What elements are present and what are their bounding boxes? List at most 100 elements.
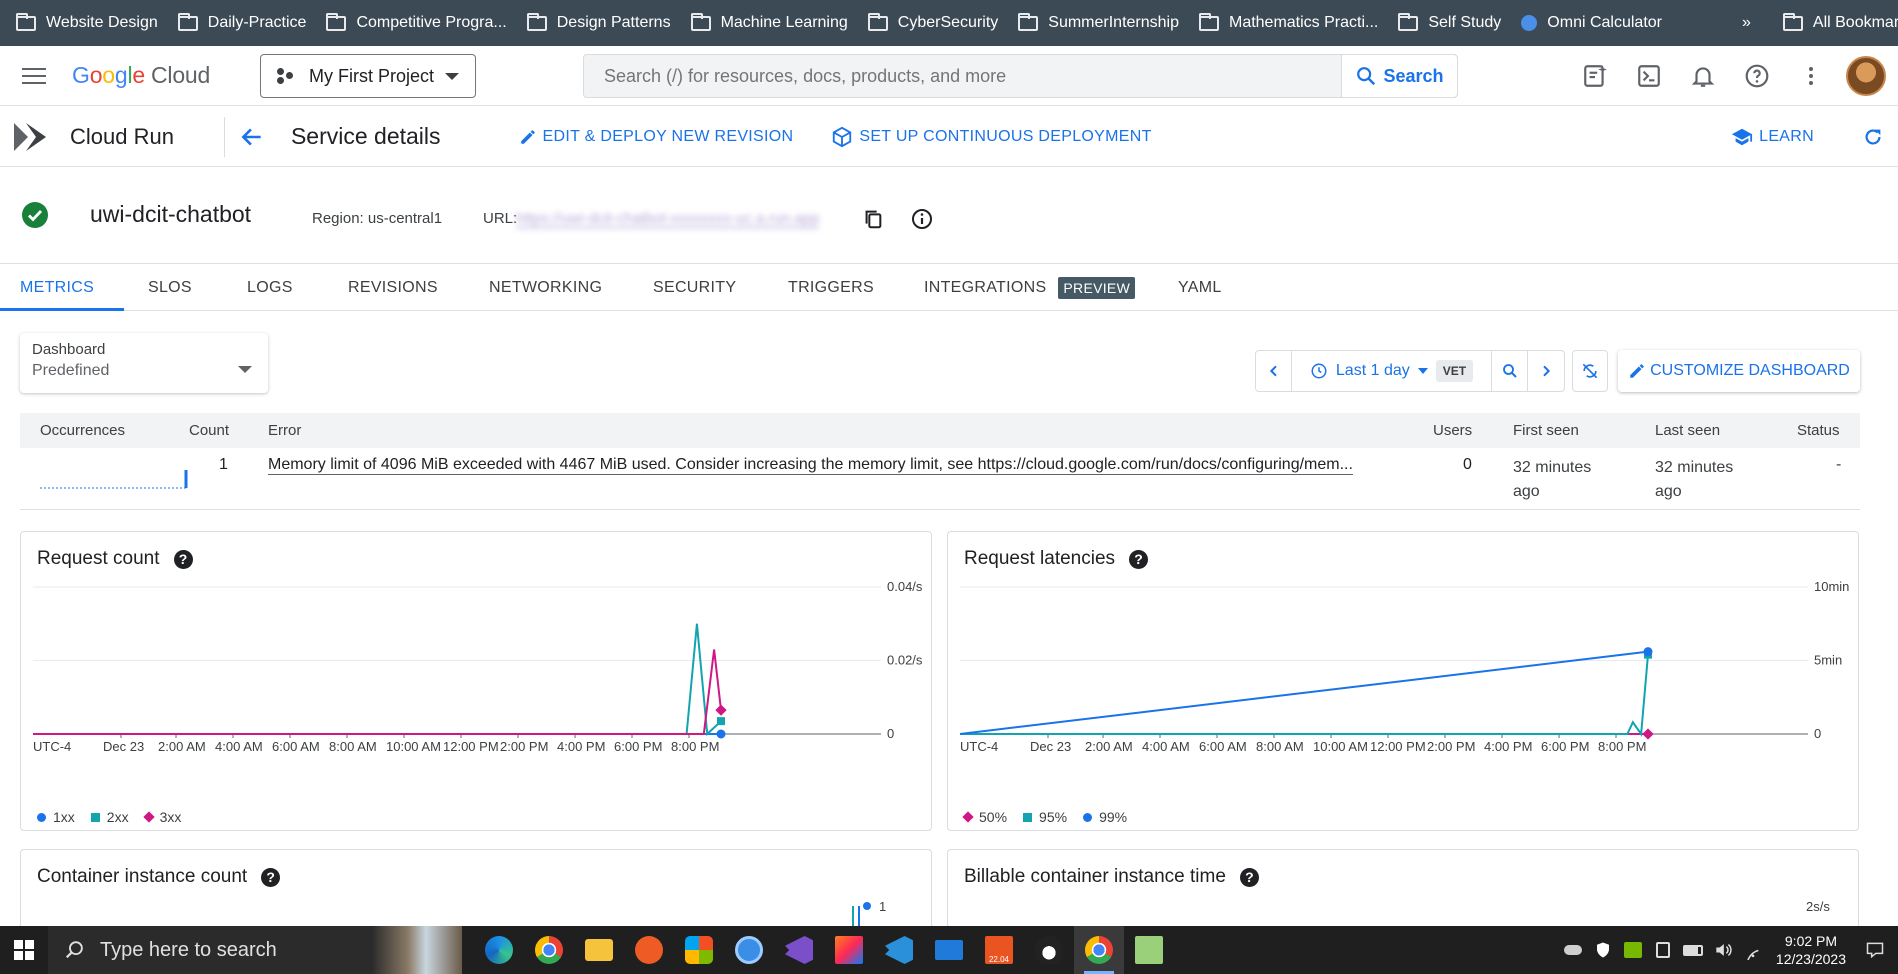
tab-revisions[interactable]: REVISIONS <box>348 265 438 311</box>
service-url-link[interactable]: https://uwi-dcit-chatbot-xxxxxxxx-uc.a.r… <box>516 210 820 228</box>
data-point-99pct[interactable] <box>1643 647 1653 657</box>
info-icon[interactable] <box>910 207 934 231</box>
bookmark-summer-internship[interactable]: SummerInternship <box>1008 6 1189 40</box>
tab-security[interactable]: SECURITY <box>653 265 736 311</box>
postman-icon[interactable] <box>624 926 674 974</box>
file-explorer-icon[interactable] <box>574 926 624 974</box>
tab-networking[interactable]: NETWORKING <box>489 265 602 311</box>
notepad-icon[interactable] <box>1124 926 1174 974</box>
tab-slos[interactable]: SLOS <box>148 265 192 311</box>
all-bookmarks-button[interactable]: All Bookmarks <box>1773 6 1898 40</box>
tab-yaml[interactable]: YAML <box>1178 265 1222 311</box>
copy-icon[interactable] <box>862 208 884 230</box>
zoom-button[interactable] <box>1492 351 1528 391</box>
project-selector[interactable]: My First Project <box>260 54 476 98</box>
auto-refresh-off-button[interactable] <box>1572 350 1608 392</box>
data-point-1xx[interactable] <box>716 729 726 739</box>
time-range-select[interactable]: Last 1 day VET <box>1292 351 1492 391</box>
tab-integrations[interactable]: INTEGRATIONS PREVIEW <box>924 265 1136 311</box>
bookmark-machine-learning[interactable]: Machine Learning <box>681 6 858 40</box>
more-vert-icon[interactable] <box>1797 62 1825 90</box>
edge-icon[interactable] <box>474 926 524 974</box>
visual-studio-icon[interactable] <box>774 926 824 974</box>
chrome-active-icon[interactable] <box>1074 926 1124 974</box>
device-icon[interactable] <box>1648 926 1678 974</box>
mail-icon[interactable] <box>924 926 974 974</box>
bookmark-omni-calculator[interactable]: Omni Calculator <box>1511 6 1672 40</box>
bookmarks-overflow-button[interactable]: » <box>1732 6 1761 40</box>
column-header-occurrences[interactable]: Occurrences <box>40 422 125 439</box>
back-arrow-icon[interactable] <box>239 124 265 150</box>
series-line-2xx <box>33 623 722 737</box>
bookmark-competitive-programming[interactable]: Competitive Progra... <box>316 6 516 40</box>
customize-dashboard-button[interactable]: CUSTOMIZE DASHBOARD <box>1618 350 1860 392</box>
time-next-button[interactable] <box>1528 351 1564 391</box>
tab-metrics[interactable]: METRICS <box>0 265 125 311</box>
onedrive-icon[interactable] <box>1558 926 1588 974</box>
help-icon[interactable]: ? <box>1129 549 1149 569</box>
intellij-icon[interactable] <box>824 926 874 974</box>
error-message-link[interactable]: Memory limit of 4096 MiB exceeded with 4… <box>268 456 1353 475</box>
data-point-2xx[interactable] <box>717 717 725 726</box>
y-tick-label: 0.02/s <box>887 653 923 668</box>
bookmark-self-study[interactable]: Self Study <box>1388 6 1511 40</box>
table-header: Occurrences Count Error Users First seen… <box>20 413 1860 448</box>
folder-icon <box>1018 12 1039 31</box>
defender-shield-icon[interactable] <box>1588 926 1618 974</box>
nvidia-icon[interactable] <box>1618 926 1648 974</box>
menu-icon[interactable] <box>22 63 46 89</box>
bookmark-website-design[interactable]: Website Design <box>6 6 168 40</box>
legend-item-99[interactable]: 99% <box>1083 809 1127 825</box>
bookmark-cybersecurity[interactable]: CyberSecurity <box>858 6 1008 40</box>
taskbar-search[interactable]: Type here to search <box>48 926 462 974</box>
legend-item-2xx[interactable]: 2xx <box>90 809 129 825</box>
help-icon[interactable]: ? <box>173 549 193 569</box>
data-point-3xx[interactable] <box>715 704 727 716</box>
google-cloud-logo[interactable]: Google Cloud <box>72 62 210 89</box>
battery-icon[interactable] <box>1678 926 1708 974</box>
column-header-users[interactable]: Users <box>1433 422 1472 439</box>
column-header-first-seen[interactable]: First seen <box>1513 422 1579 439</box>
column-header-error[interactable]: Error <box>268 422 301 439</box>
continuous-deployment-button[interactable]: SET UP CONTINUOUS DEPLOYMENT <box>831 126 1151 148</box>
tab-logs[interactable]: LOGS <box>247 265 293 311</box>
taskbar-clock[interactable]: 9:02 PM 12/23/2023 <box>1776 932 1846 968</box>
cloud-shell-icon[interactable] <box>1635 62 1663 90</box>
vscode-icon[interactable] <box>874 926 924 974</box>
chrome-icon[interactable] <box>524 926 574 974</box>
linux-penguin-icon[interactable] <box>1024 926 1074 974</box>
app-installer-icon[interactable] <box>724 926 774 974</box>
bookmark-design-patterns[interactable]: Design Patterns <box>517 6 681 40</box>
volume-icon[interactable] <box>1708 926 1738 974</box>
column-header-status[interactable]: Status <box>1797 422 1840 439</box>
tab-triggers[interactable]: TRIGGERS <box>788 265 874 311</box>
help-icon[interactable] <box>1743 62 1771 90</box>
legend-item-50[interactable]: 50% <box>962 809 1007 825</box>
avatar[interactable] <box>1846 56 1886 96</box>
legend-item-3xx[interactable]: 3xx <box>142 809 181 825</box>
legend-item-95[interactable]: 95% <box>1023 809 1067 825</box>
dashboard-select[interactable]: Dashboard Predefined <box>20 333 268 393</box>
wifi-icon[interactable] <box>1738 926 1768 974</box>
table-row[interactable]: 1 Memory limit of 4096 MiB exceeded with… <box>20 448 1860 510</box>
ubuntu-icon[interactable]: 22.04 <box>974 926 1024 974</box>
data-point-50pct[interactable] <box>1642 728 1654 740</box>
bookmark-mathematics-practice[interactable]: Mathematics Practi... <box>1189 6 1388 40</box>
windows-start-icon[interactable] <box>0 926 48 974</box>
notifications-center-icon[interactable] <box>1860 926 1890 974</box>
microsoft-store-icon[interactable] <box>674 926 724 974</box>
bookmark-daily-practice[interactable]: Daily-Practice <box>168 6 317 40</box>
legend-item-1xx[interactable]: 1xx <box>37 809 75 825</box>
column-header-last-seen[interactable]: Last seen <box>1655 422 1720 439</box>
notifications-icon[interactable] <box>1689 62 1717 90</box>
edit-deploy-button[interactable]: EDIT & DEPLOY NEW REVISION <box>519 128 794 146</box>
search-button[interactable]: Search <box>1341 55 1457 97</box>
timezone-badge[interactable]: VET <box>1435 360 1474 382</box>
refresh-icon[interactable] <box>1862 126 1884 148</box>
column-header-count[interactable]: Count <box>189 422 229 439</box>
gemini-notes-icon[interactable] <box>1581 62 1609 90</box>
search-input[interactable] <box>584 55 1341 97</box>
legend-marker <box>1023 812 1033 822</box>
time-prev-button[interactable] <box>1256 351 1292 391</box>
learn-button[interactable]: LEARN <box>1731 126 1814 148</box>
